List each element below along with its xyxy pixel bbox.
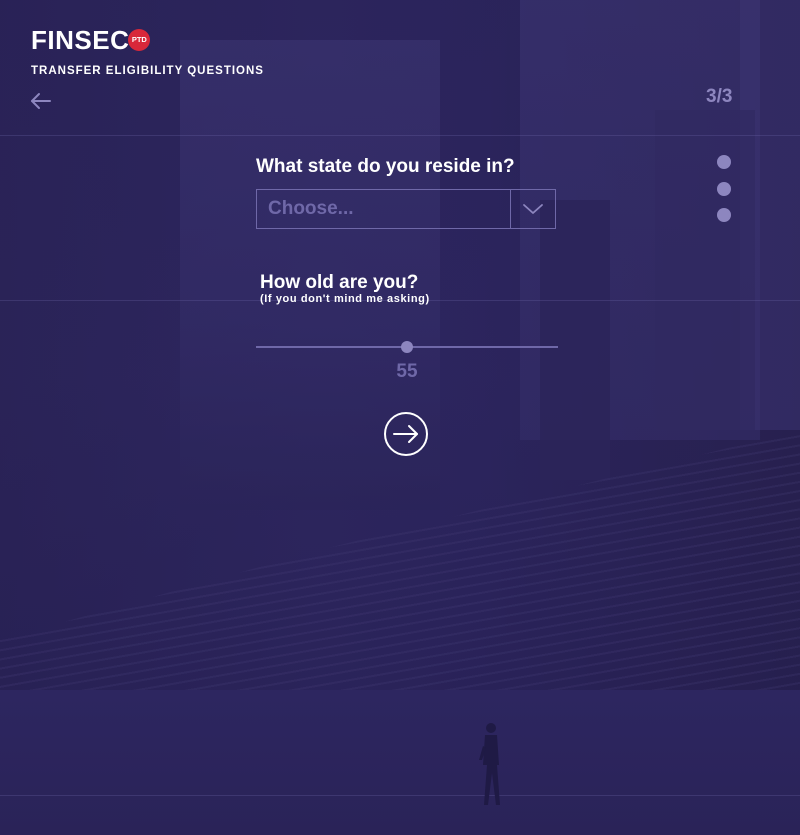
progress-dot-1[interactable] (717, 155, 731, 169)
finsec-logo[interactable]: FINSEC PTD (31, 25, 151, 55)
divider-line (0, 135, 800, 136)
divider-line (0, 795, 800, 796)
arrow-right-icon (393, 425, 418, 443)
state-select[interactable]: Choose... (256, 189, 556, 229)
age-question-subtext: (If you don't mind me asking) (260, 293, 430, 305)
step-counter: 3/3 (706, 86, 733, 107)
state-question-label: What state do you reside in? (256, 156, 515, 177)
page-subtitle: TRANSFER ELIGIBILITY QUESTIONS (31, 65, 264, 77)
next-button[interactable] (384, 412, 428, 456)
age-value: 55 (396, 361, 418, 382)
progress-dot-2[interactable] (717, 181, 731, 196)
state-select-toggle[interactable] (510, 190, 555, 228)
logo-badge: PTD (128, 28, 151, 51)
age-slider-thumb[interactable] (401, 341, 413, 353)
progress-dot-3[interactable] (717, 208, 731, 222)
chevron-down-icon (523, 204, 543, 214)
building-pillar (655, 110, 755, 430)
ground (0, 690, 800, 835)
state-select-value: Choose... (268, 198, 354, 219)
progress-dots (717, 155, 731, 235)
arrow-left-icon[interactable] (29, 89, 53, 113)
age-slider[interactable] (256, 339, 558, 355)
logo-text: FINSEC (31, 25, 130, 55)
age-question-label: How old are you? (260, 272, 419, 293)
walking-person-silhouette (479, 723, 500, 805)
